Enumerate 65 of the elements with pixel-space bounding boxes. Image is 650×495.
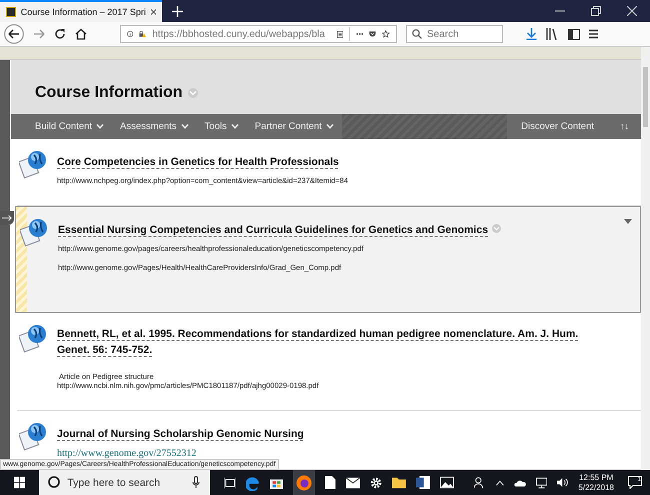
search-icon — [412, 29, 422, 39]
menu-button[interactable]: Assessments — [112, 114, 197, 139]
people-icon[interactable] — [474, 476, 486, 489]
item-title-link[interactable]: Bennett, RL, et al. 1995. Recommendations for standardized human pedigree nomenclature. Am. J. Hum. Genet. 56: 745-752. — [57, 326, 611, 358]
download-icon[interactable] — [526, 28, 537, 40]
clock-date[interactable]: 5/22/2018 — [578, 482, 614, 492]
folder-icon[interactable] — [392, 476, 406, 489]
discover-content-button[interactable]: Discover Content — [507, 114, 608, 139]
reader-view-icon[interactable] — [336, 28, 344, 40]
address-bar[interactable]: https://bbhosted.cuny.edu/webapps/bla — [120, 25, 397, 43]
dropdown-arrow-icon[interactable] — [624, 219, 632, 224]
info-icon — [127, 29, 134, 39]
menu-icon[interactable] — [589, 29, 598, 39]
chevron-up-icon[interactable] — [496, 480, 504, 486]
more-icon[interactable] — [356, 32, 364, 36]
expand-menu-button[interactable] — [0, 211, 14, 225]
home-icon[interactable] — [75, 28, 87, 40]
taskbar-search-field[interactable]: Type here to search — [39, 470, 210, 495]
new-tab-icon[interactable] — [172, 6, 183, 16]
network-icon[interactable] — [536, 476, 548, 488]
item-title-link[interactable]: Journal of Nursing Scholarship Genomic Nursing — [57, 426, 304, 442]
caret-icon — [230, 124, 239, 129]
caret-icon — [326, 124, 334, 129]
item-title-link[interactable]: Core Competencies in Genetics for Health Professionals — [57, 154, 339, 170]
back-icon[interactable] — [4, 24, 24, 44]
caret-icon — [96, 124, 104, 129]
menu-button[interactable]: Partner Content — [246, 114, 342, 139]
caret-icon — [180, 124, 189, 129]
menu-button[interactable]: Tools — [196, 114, 247, 139]
clock-time[interactable]: 12:55 PM — [579, 472, 614, 482]
settings-icon[interactable] — [370, 476, 382, 490]
cortana-icon — [48, 476, 60, 488]
forward-icon[interactable] — [33, 28, 45, 40]
mail-icon[interactable] — [346, 476, 360, 488]
scrollbar[interactable] — [641, 47, 650, 470]
url-link[interactable]: http://www.genome.gov/27552312 — [57, 448, 641, 459]
page-title: Course Information — [35, 84, 183, 102]
web-link-icon — [19, 421, 49, 451]
web-link-icon — [20, 217, 50, 247]
arrow-icon — [2, 214, 12, 222]
library-icon[interactable] — [546, 28, 559, 40]
cloud-icon[interactable] — [514, 478, 526, 486]
content-item[interactable] — [15, 206, 641, 313]
star-icon[interactable] — [382, 28, 390, 40]
restore-icon[interactable] — [591, 6, 601, 16]
web-link-icon — [19, 149, 49, 179]
site-icon — [6, 7, 16, 17]
reload-icon[interactable] — [54, 28, 66, 40]
pocket-icon[interactable] — [369, 29, 376, 39]
task-view-icon[interactable] — [224, 476, 236, 488]
item-title-link[interactable]: Essential Nursing Competencies and Curricula Guidelines for Genetics and Genomics — [58, 222, 488, 238]
search-field[interactable]: Search — [406, 25, 503, 43]
close-icon[interactable] — [150, 8, 156, 16]
photos-icon[interactable] — [440, 476, 454, 489]
sort-button[interactable]: ↑↓ — [608, 114, 641, 139]
speech-bubble-icon — [628, 476, 642, 489]
web-link-icon — [19, 323, 49, 353]
document-icon[interactable] — [325, 475, 336, 490]
sidebar-icon[interactable] — [568, 28, 580, 40]
menu-button[interactable]: Build Content — [27, 114, 112, 139]
volume-icon[interactable] — [557, 477, 568, 488]
windows-start-icon[interactable] — [14, 476, 26, 489]
lock-warning-icon — [139, 29, 146, 39]
browser-tab[interactable]: Course Information – 2017 Spri — [0, 0, 162, 22]
microphone-icon — [192, 476, 200, 488]
